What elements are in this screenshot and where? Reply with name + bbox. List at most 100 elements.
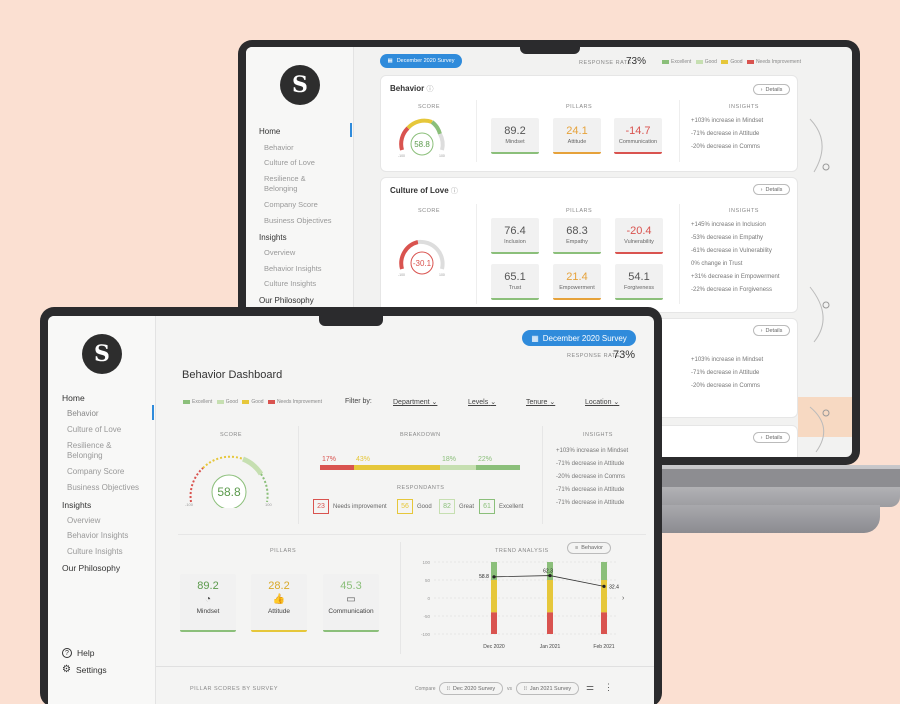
back-third-details-button[interactable]: › Details	[753, 325, 790, 336]
pillar-attitude[interactable]: 28.2 👍 Attitude	[251, 574, 307, 632]
nav-culture[interactable]: Culture of Love	[67, 425, 121, 434]
back-divider-2	[679, 100, 680, 162]
back-laptop-base-bottom	[640, 505, 880, 533]
pillar-mindset[interactable]: 89.2 ◔ Mindset	[180, 574, 236, 632]
pillar-name: Empathy	[566, 239, 588, 245]
gauge-max: 100	[439, 273, 445, 277]
help-link[interactable]: ? Help	[62, 648, 94, 658]
filter-tenure[interactable]: Tenure ⌄	[526, 398, 555, 406]
pillar-value: 54.1	[628, 271, 650, 283]
nav-company-score[interactable]: Company Score	[67, 467, 124, 476]
nav-business-objectives[interactable]: Business Objectives	[67, 483, 139, 492]
back-nav-philosophy[interactable]: Our Philosophy	[259, 296, 314, 305]
nav-active-indicator	[152, 405, 154, 420]
score-gauge: 58.8 -100 100	[185, 455, 272, 508]
back-pillar-mindset[interactable]: 89.2 Mindset	[491, 118, 539, 154]
back-culture-pillar-trust[interactable]: 65.1 Trust	[491, 264, 539, 300]
nav-culture-insights[interactable]: Culture Insights	[67, 547, 123, 556]
filter-levels[interactable]: Levels ⌄	[468, 398, 496, 406]
bar-segment-good	[547, 580, 553, 613]
divider-score	[298, 426, 299, 524]
back-culture-insight-6: -22% decrease in Forgiveness	[691, 287, 773, 293]
chevron-right-icon: ›	[760, 186, 763, 193]
back-camera-notch	[520, 44, 580, 54]
nav-overview[interactable]: Overview	[67, 516, 100, 525]
back-nav-resilience[interactable]: Resilience &	[264, 174, 306, 183]
back-culture-pillar-empowerment[interactable]: 21.4 Empowerment	[553, 264, 601, 300]
filter-department[interactable]: Department ⌄	[393, 398, 437, 406]
compare-a-select[interactable]: ⁞⁞ Dec 2020 Survey	[439, 682, 503, 695]
response-rate-value: 73%	[613, 349, 636, 361]
back-nav-culture[interactable]: Culture of Love	[264, 158, 315, 167]
back-nav-culture-insights[interactable]: Culture Insights	[264, 279, 316, 288]
gauge-min: -100	[398, 154, 405, 158]
back-culture-pillar-empathy[interactable]: 68.3 Empathy	[553, 218, 601, 254]
back-survey-chip[interactable]: ▦ December 2020 Survey	[380, 54, 462, 68]
breakdown-pct-3: 22%	[478, 456, 493, 463]
back-culture-pillar-inclusion[interactable]: 76.4 Inclusion	[491, 218, 539, 254]
y-tick-label: 0	[427, 596, 430, 601]
nav-home[interactable]: Home	[62, 393, 85, 403]
back-nav-company-score[interactable]: Company Score	[264, 200, 318, 209]
more-vertical-icon[interactable]: ⋮	[604, 682, 613, 693]
y-tick-label: -50	[423, 614, 430, 619]
trend-dropdown[interactable]: ≡ Behavior	[567, 542, 611, 554]
compare-b-select[interactable]: ⁞⁞ Jan 2021 Survey	[516, 682, 579, 695]
back-fourth-details-button[interactable]: › Details	[753, 432, 790, 443]
nav-philosophy[interactable]: Our Philosophy	[62, 563, 120, 573]
back-culture-pillar-forgiveness[interactable]: 54.1 Forgiveness	[615, 264, 663, 300]
respondant-1: 56 Good	[397, 499, 432, 514]
legend: Excellent Good Good Needs Improvement	[183, 399, 322, 405]
survey-selector-chip[interactable]: ▦ December 2020 Survey	[522, 330, 636, 346]
nav-insights[interactable]: Insights	[62, 500, 91, 510]
back-divider	[476, 100, 477, 162]
brand-logo: S	[82, 334, 122, 374]
chevron-down-icon: ⌄	[431, 399, 438, 406]
nav-behavior-insights[interactable]: Behavior Insights	[67, 531, 128, 540]
sliders-icon[interactable]: ⚌	[586, 682, 594, 693]
chat-icon: ▭	[346, 594, 356, 605]
nav-belonging[interactable]: Belonging	[67, 451, 103, 460]
back-nav-business-objectives[interactable]: Business Objectives	[264, 216, 332, 225]
back-nav-behavior-insights[interactable]: Behavior Insights	[264, 264, 322, 273]
back-behavior-score-label: SCORE	[418, 104, 441, 110]
back-culture-details-button[interactable]: › Details	[753, 184, 790, 195]
back-survey-chip-label: December 2020 Survey	[396, 58, 455, 64]
back-behavior-insight-3: -20% decrease in Comms	[691, 144, 761, 150]
x-tick-label: Feb 2021	[593, 644, 614, 650]
filter-location[interactable]: Location ⌄	[585, 398, 619, 406]
back-behavior-card: Behavior ⓘ › Details SCORE 58.8 -100 100 …	[380, 75, 798, 172]
back-nav-insights[interactable]: Insights	[259, 233, 287, 242]
settings-link[interactable]: ⚙ Settings	[62, 664, 107, 675]
back-nav-overview[interactable]: Overview	[264, 248, 295, 257]
pillar-value: 45.3	[340, 580, 362, 592]
back-behavior-gauge: 58.8 -100 100	[398, 118, 445, 158]
back-culture-title: Culture of Love ⓘ	[390, 186, 458, 195]
nav-behavior[interactable]: Behavior	[67, 409, 99, 418]
back-culture-pillar-vulnerability[interactable]: -20.4 Vulnerability	[615, 218, 663, 254]
score-value: 58.8	[217, 485, 241, 499]
back-pillar-communication[interactable]: -14.7 Communication	[614, 118, 662, 154]
gauge-max: 100	[265, 502, 272, 507]
pillar-value: 65.1	[504, 271, 526, 283]
back-nav-active-indicator	[350, 123, 352, 137]
back-pillar-attitude[interactable]: 24.1 Attitude	[553, 118, 601, 154]
back-nav-home[interactable]: Home	[259, 127, 280, 136]
help-icon: ?	[62, 648, 72, 658]
back-behavior-insight-2: -71% decrease in Attitude	[691, 131, 760, 137]
back-behavior-details-button[interactable]: › Details	[753, 84, 790, 95]
respondant-count: 23	[313, 499, 329, 514]
pillar-value: 68.3	[566, 225, 588, 237]
back-laptop-base	[625, 465, 900, 507]
nav-resilience[interactable]: Resilience &	[67, 441, 111, 450]
score-label: SCORE	[220, 432, 243, 438]
legend-good-2: Good	[730, 59, 743, 65]
back-third-insight-1: +103% increase in Mindset	[691, 357, 764, 363]
insight-3: -20% decrease in Comms	[556, 474, 626, 480]
pillar-communication[interactable]: 45.3 ▭ Communication	[323, 574, 379, 632]
back-nav-behavior[interactable]: Behavior	[264, 143, 294, 152]
back-behavior-pillars-label: PILLARS	[566, 104, 593, 110]
back-nav-belonging[interactable]: Belonging	[264, 184, 297, 193]
back-culture-insight-5: +31% decrease in Empowerment	[691, 274, 780, 280]
bar-segment-good	[491, 580, 497, 613]
